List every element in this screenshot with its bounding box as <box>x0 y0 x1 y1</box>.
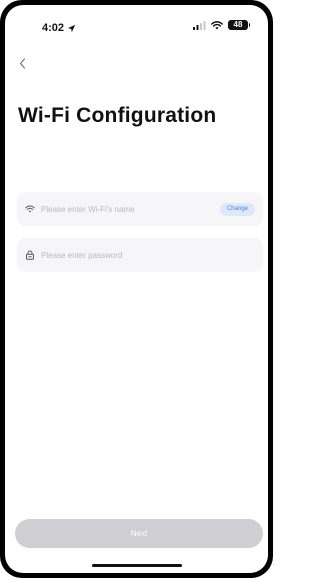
change-wifi-button[interactable]: Change <box>219 202 255 216</box>
status-time-group: 4:02 <box>42 22 76 34</box>
battery-icon: 48 <box>228 20 250 30</box>
location-arrow-icon <box>67 24 76 32</box>
back-button[interactable] <box>14 54 30 72</box>
signal-icon <box>193 20 206 30</box>
chevron-left-icon <box>19 58 25 68</box>
phone-frame: 4:02 48 Wi-Fi Configuration Please enter… <box>0 0 273 578</box>
password-input[interactable] <box>41 250 255 260</box>
status-icons: 48 <box>193 20 250 30</box>
lock-icon <box>26 250 34 260</box>
status-bar: 4:02 48 <box>5 5 268 41</box>
status-time: 4:02 <box>42 22 65 34</box>
page-title: Wi-Fi Configuration <box>18 104 217 127</box>
wifi-icon <box>211 20 223 29</box>
next-button[interactable]: Next <box>15 519 263 548</box>
wifi-name-input[interactable] <box>41 204 220 214</box>
wifi-icon <box>25 205 35 213</box>
home-indicator <box>91 564 182 567</box>
password-field[interactable] <box>17 238 263 272</box>
wifi-name-field[interactable]: Change <box>17 192 263 226</box>
screen: 4:02 48 Wi-Fi Configuration Please enter… <box>5 5 268 573</box>
